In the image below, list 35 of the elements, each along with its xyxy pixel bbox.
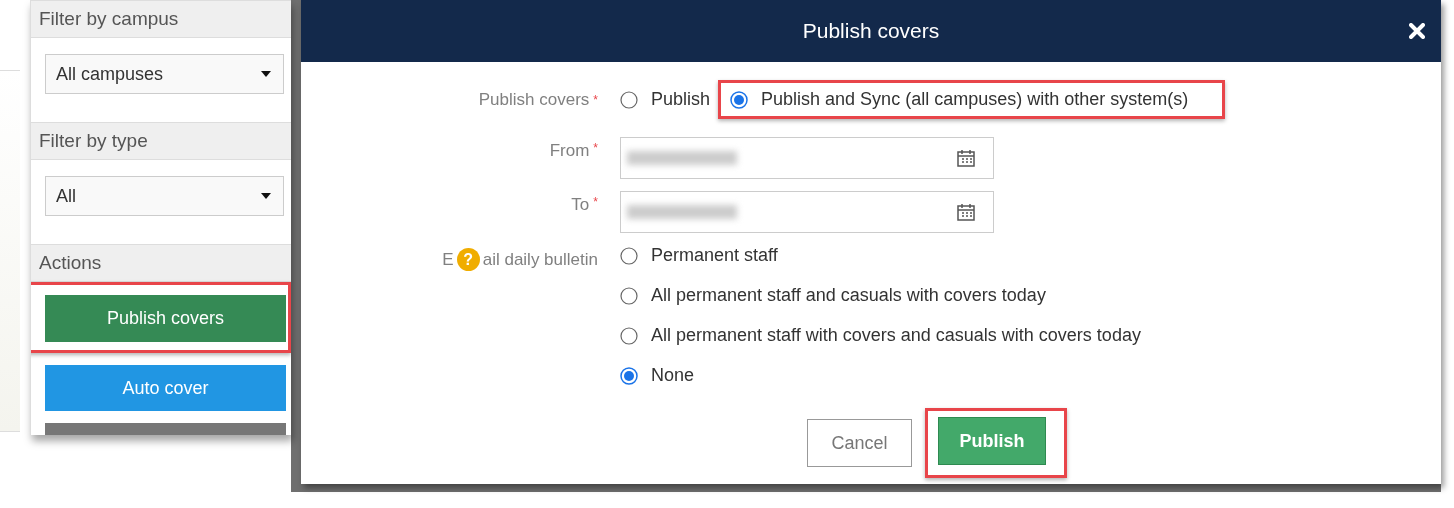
radio-button[interactable] [620,326,638,345]
option-label[interactable]: Permanent staff [651,245,778,266]
required-mark: * [593,195,598,209]
option-label[interactable]: All permanent staff with covers and casuals with covers today [651,325,1141,346]
radio-button[interactable] [620,246,638,265]
field-label: E [442,249,454,270]
dropdown[interactable]: All campuses [45,54,284,94]
radio-button[interactable] [620,90,638,109]
calendar-icon[interactable] [957,203,975,221]
radio-button[interactable] [730,90,749,109]
dialog-title: Publish covers [802,19,940,43]
radio-button[interactable] [620,366,638,385]
date-field[interactable] [620,137,994,179]
action-button[interactable]: Publish covers [45,295,286,342]
required-mark: * [593,141,598,155]
field-label: From [549,141,590,161]
field-label: Publish covers [478,89,590,110]
cancel-button[interactable]: Cancel [807,419,912,467]
option-label[interactable]: None [651,365,695,386]
calendar-icon[interactable] [957,149,975,167]
close-icon[interactable] [1409,23,1425,39]
date-field[interactable] [620,191,994,233]
field-label: To [571,195,590,215]
dropdown[interactable]: All [45,176,284,216]
field-label: ail daily bulletin [482,249,598,270]
option-label[interactable]: All permanent staff and casuals with covers today [651,285,1046,306]
section-heading: Filter by campus [39,8,179,30]
section-heading: Actions [39,252,102,274]
radio-button[interactable] [620,286,638,305]
section-heading: Filter by type [39,130,148,152]
option-label[interactable]: Publish and Sync (all campuses) with other system(s) [761,89,1189,110]
option-label[interactable]: Publish [651,89,711,110]
caret-icon [261,193,271,199]
required-mark: * [593,92,598,107]
caret-icon [261,71,271,77]
